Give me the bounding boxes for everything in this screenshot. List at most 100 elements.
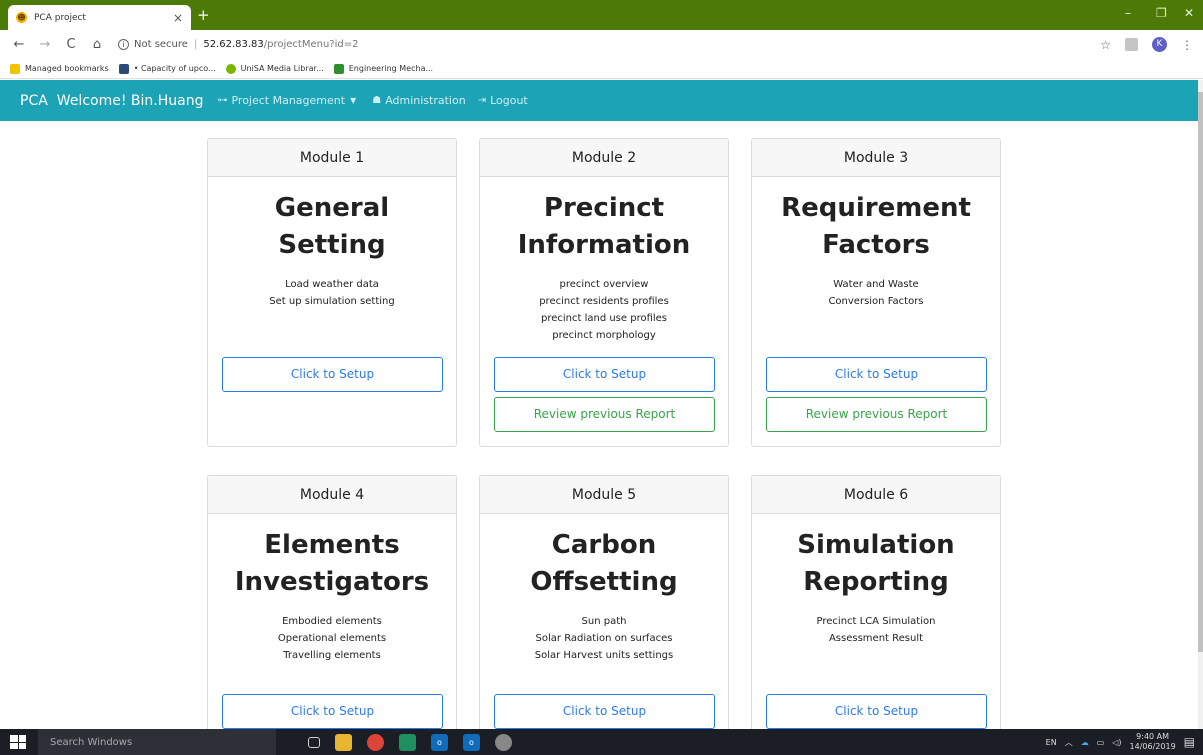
description-line: Conversion Factors	[828, 296, 924, 307]
menu-kebab-icon[interactable]: ⋮	[1181, 38, 1193, 52]
bookmark-item[interactable]: • Capacity of upco...	[118, 63, 216, 74]
bookmark-label: Engineering Mecha...	[348, 64, 434, 73]
info-icon[interactable]: i	[118, 39, 129, 50]
card-title: Elements Investigators	[208, 527, 456, 601]
card-description: precinct overview precinct residents pro…	[480, 276, 728, 344]
clock[interactable]: 9:40 AM 14/06/2019	[1130, 732, 1176, 752]
bookmark-label: • Capacity of upco...	[133, 64, 216, 73]
url-path: /projectMenu?id=2	[263, 39, 359, 50]
card-title: Simulation Reporting	[752, 527, 1000, 601]
card-description: Water and Waste Conversion Factors	[752, 276, 1000, 310]
file-explorer-icon[interactable]	[335, 733, 352, 751]
sitemap-icon: ⊶	[217, 95, 228, 106]
review-report-button[interactable]: Review previous Report	[766, 397, 987, 432]
windows-taskbar: Search Windows o o EN ︿ ☁ ▭ ◁) 9:40 AM 1…	[0, 729, 1203, 755]
scrollbar-thumb[interactable]	[1198, 92, 1203, 652]
cloud-icon[interactable]: ☁	[1081, 738, 1089, 747]
minimize-icon[interactable]: –	[1125, 6, 1131, 20]
back-icon[interactable]: ←	[12, 37, 26, 52]
tab-favicon-icon: ☻	[16, 12, 27, 23]
description-line: Set up simulation setting	[269, 296, 395, 307]
windows-start-icon[interactable]	[10, 735, 26, 749]
card-header: Module 5	[480, 476, 728, 514]
review-report-button[interactable]: Review previous Report	[494, 397, 715, 432]
chevron-up-icon[interactable]: ︿	[1065, 737, 1073, 748]
card-description: Load weather data Set up simulation sett…	[208, 276, 456, 310]
outlook-icon[interactable]: o	[463, 733, 480, 751]
browser-tab[interactable]: ☻ PCA project ×	[8, 5, 191, 30]
project-management-menu[interactable]: ⊶ Project Management ▼	[217, 94, 360, 107]
logout-link[interactable]: ⇥ Logout	[478, 94, 528, 107]
volume-icon[interactable]: ◁)	[1112, 738, 1121, 747]
card-title: Requirement Factors	[752, 190, 1000, 264]
folder-icon	[10, 63, 20, 74]
windows-search-field[interactable]: Search Windows	[38, 729, 276, 755]
bookmark-favicon-icon	[333, 63, 344, 74]
description-line: Travelling elements	[283, 650, 381, 661]
description-line: Solar Harvest units settings	[534, 650, 674, 661]
brand-link[interactable]: PCA	[20, 93, 48, 109]
bookmark-favicon-icon	[225, 63, 236, 74]
module-card: Module 6 Simulation Reporting Precinct L…	[751, 475, 1001, 735]
setup-button[interactable]: Click to Setup	[222, 694, 443, 729]
module-card: Module 3 Requirement Factors Water and W…	[751, 138, 1001, 447]
close-window-icon[interactable]: ✕	[1184, 6, 1194, 20]
address-bar: ← → C ⌂ i Not secure | 52.62.83.83 /proj…	[0, 30, 1203, 59]
setup-button[interactable]: Click to Setup	[494, 357, 715, 392]
setup-button[interactable]: Click to Setup	[766, 694, 987, 729]
card-header: Module 3	[752, 139, 1000, 177]
card-title-line: Precinct	[543, 193, 665, 223]
url-host: 52.62.83.83	[203, 39, 264, 50]
outlook-icon[interactable]: o	[431, 733, 448, 751]
card-title-line: Setting	[278, 230, 386, 260]
language-indicator[interactable]: EN	[1046, 738, 1057, 747]
security-label: Not secure	[134, 39, 188, 50]
setup-button[interactable]: Click to Setup	[494, 694, 715, 729]
setup-button[interactable]: Click to Setup	[766, 357, 987, 392]
clock-date: 14/06/2019	[1129, 742, 1176, 751]
description-line: Load weather data	[285, 279, 379, 290]
toolbar-actions: ☆ K ⋮	[1100, 37, 1193, 52]
bookmark-item[interactable]: Engineering Mecha...	[333, 63, 434, 74]
system-tray: EN ︿ ☁ ▭ ◁) 9:40 AM 14/06/2019 ▤	[1046, 729, 1195, 755]
card-title: Carbon Offsetting	[480, 527, 728, 601]
tab-title: PCA project	[34, 12, 86, 23]
home-icon[interactable]: ⌂	[90, 37, 104, 52]
card-title-line: Factors	[822, 230, 930, 260]
bookmark-star-icon[interactable]: ☆	[1100, 38, 1111, 52]
card-title: Precinct Information	[480, 190, 728, 264]
reload-icon[interactable]: C	[64, 37, 78, 52]
card-header: Module 6	[752, 476, 1000, 514]
notifications-icon[interactable]: ▤	[1184, 735, 1195, 749]
forward-icon[interactable]: →	[38, 37, 52, 52]
publisher-icon[interactable]	[399, 733, 416, 751]
administration-link[interactable]: ☗ Administration	[372, 94, 465, 107]
description-line: precinct land use profiles	[540, 313, 668, 324]
description-line: precinct residents profiles	[539, 296, 669, 307]
extension-icon[interactable]	[1125, 38, 1138, 51]
profile-avatar[interactable]: K	[1152, 37, 1167, 52]
network-icon[interactable]: ▭	[1097, 738, 1105, 747]
card-title-line: General	[274, 193, 390, 223]
card-title-line: Simulation	[797, 530, 955, 560]
bookmark-item[interactable]: Managed bookmarks	[10, 63, 109, 74]
clock-time: 9:40 AM	[1136, 732, 1170, 741]
administration-label: Administration	[385, 94, 466, 107]
users-icon: ☗	[372, 95, 382, 106]
tab-close-icon[interactable]: ×	[173, 11, 183, 25]
card-header: Module 1	[208, 139, 456, 177]
logout-label: Logout	[490, 94, 528, 107]
card-title-line: Offsetting	[530, 567, 678, 597]
restore-icon[interactable]: ❐	[1156, 6, 1167, 20]
chrome-icon[interactable]	[367, 733, 384, 751]
welcome-text: Welcome! Bin.Huang	[56, 92, 204, 109]
url-field[interactable]: i Not secure | 52.62.83.83 /projectMenu?…	[118, 39, 358, 50]
bookmark-item[interactable]: UniSA Media Librar...	[225, 63, 324, 74]
paint-icon[interactable]	[495, 733, 512, 751]
task-view-icon[interactable]	[308, 736, 320, 748]
new-tab-button[interactable]: +	[197, 6, 210, 24]
setup-button[interactable]: Click to Setup	[222, 357, 443, 392]
bookmarks-bar: Managed bookmarks • Capacity of upco... …	[0, 59, 1203, 79]
project-management-label: Project Management	[231, 94, 346, 107]
description-line: Water and Waste	[833, 279, 919, 290]
